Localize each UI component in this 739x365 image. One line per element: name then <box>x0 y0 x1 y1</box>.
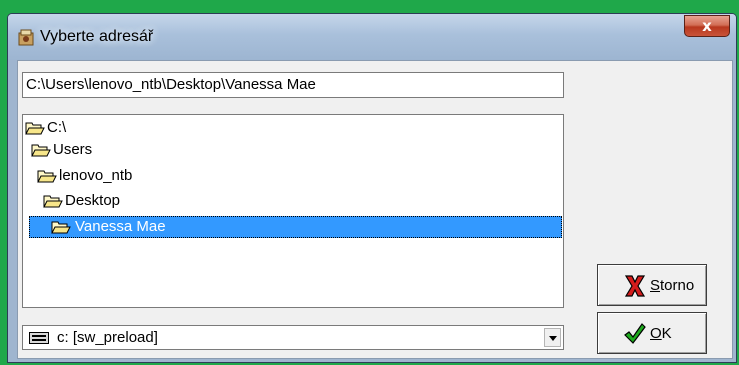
tree-item-label: C:\ <box>47 119 67 136</box>
green-check-icon <box>624 323 646 344</box>
drive-select-value: c: [sw_preload] <box>57 329 158 346</box>
path-field[interactable]: C:\Users\lenovo_ntb\Desktop\Vanessa Mae <box>22 72 564 98</box>
close-icon: x <box>702 17 712 35</box>
folder-open-icon <box>43 195 63 208</box>
drive-select[interactable]: c: [sw_preload] <box>22 325 564 350</box>
folder-tree[interactable]: C:\ Users lenovo_ntb Desktop Vanessa Mae <box>22 114 564 308</box>
tree-item-root[interactable]: C:\ <box>25 117 145 139</box>
tree-item-desktop[interactable]: Desktop <box>43 190 183 212</box>
storno-label: Storno <box>650 277 695 294</box>
tree-item-label: Vanessa Mae <box>75 218 166 235</box>
dropdown-button[interactable] <box>544 328 561 347</box>
title-bar[interactable]: Vyberte adresář x <box>8 14 736 60</box>
dialog-window: Vyberte adresář x C:\Users\lenovo_ntb\De… <box>7 13 737 363</box>
tree-item-users[interactable]: Users <box>31 139 151 161</box>
folder-open-icon <box>51 221 71 234</box>
close-button[interactable]: x <box>684 15 730 37</box>
tree-item-label: lenovo_ntb <box>59 167 133 184</box>
red-x-icon <box>624 275 646 297</box>
folder-open-icon <box>31 144 51 157</box>
tree-item-label: Users <box>53 141 93 158</box>
storno-button[interactable]: Storno <box>597 264 707 306</box>
tree-item-vanessa-mae[interactable]: Vanessa Mae <box>29 216 562 238</box>
ok-button[interactable]: OK <box>597 312 707 354</box>
dialog-client: C:\Users\lenovo_ntb\Desktop\Vanessa Mae … <box>17 60 733 359</box>
tree-item-lenovo-ntb[interactable]: lenovo_ntb <box>37 165 177 187</box>
tree-item-label: Desktop <box>65 192 121 209</box>
folder-open-icon <box>37 170 57 183</box>
chevron-down-icon <box>549 336 557 341</box>
folder-open-icon <box>25 122 45 135</box>
ok-label: OK <box>650 325 672 342</box>
app-icon <box>18 29 34 46</box>
window-title: Vyberte adresář <box>40 28 154 45</box>
drive-icon <box>29 332 49 344</box>
